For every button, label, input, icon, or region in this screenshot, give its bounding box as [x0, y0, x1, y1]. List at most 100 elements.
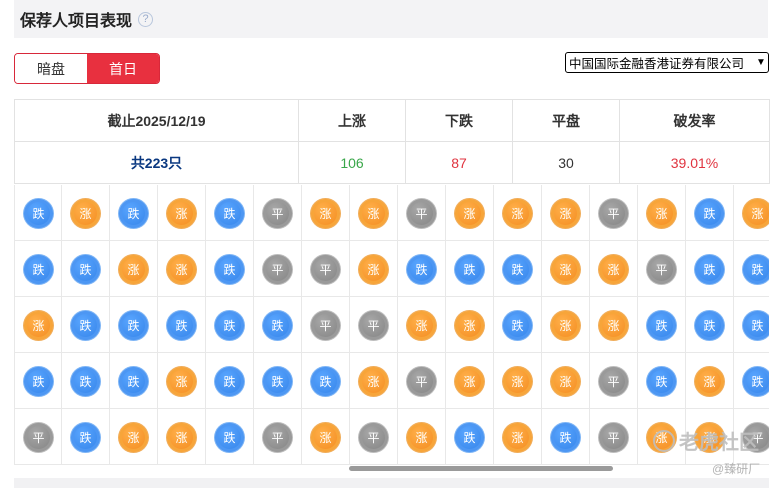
ipo-cell[interactable]: 跌 — [686, 185, 734, 241]
ipo-cell[interactable]: 涨 — [158, 353, 206, 409]
help-icon[interactable]: ? — [138, 11, 154, 27]
up-coin-icon: 涨 — [407, 311, 436, 340]
ipo-cell[interactable]: 涨 — [542, 297, 590, 353]
up-coin-icon: 涨 — [503, 367, 532, 396]
ipo-cell[interactable]: 涨 — [110, 409, 158, 465]
ipo-cell[interactable]: 跌 — [110, 185, 158, 241]
up-coin-icon: 涨 — [455, 311, 484, 340]
up-coin-icon: 涨 — [647, 199, 676, 228]
ipo-cell[interactable]: 涨 — [494, 409, 542, 465]
ipo-cell[interactable]: 涨 — [638, 185, 686, 241]
down-coin-icon: 跌 — [215, 311, 244, 340]
ipo-cell[interactable]: 涨 — [302, 185, 350, 241]
ipo-cell[interactable]: 平 — [590, 409, 638, 465]
ipo-cell[interactable]: 涨 — [398, 297, 446, 353]
up-coin-icon: 涨 — [24, 311, 53, 340]
ipo-cell[interactable]: 涨 — [734, 185, 769, 241]
flat-coin-icon: 平 — [407, 199, 436, 228]
ipo-cell[interactable]: 涨 — [446, 353, 494, 409]
ipo-cell[interactable]: 平 — [590, 353, 638, 409]
ipo-cell[interactable]: 跌 — [734, 353, 769, 409]
dark-first-day-toggle: 暗盘 首日 — [14, 53, 160, 84]
ipo-cell[interactable]: 涨 — [158, 185, 206, 241]
ipo-cell[interactable]: 平 — [350, 409, 398, 465]
ipo-cell[interactable]: 平 — [638, 241, 686, 297]
ipo-cell[interactable]: 涨 — [350, 353, 398, 409]
ipo-cell[interactable]: 跌 — [158, 297, 206, 353]
down-coin-icon: 跌 — [551, 423, 580, 452]
ipo-cell[interactable]: 跌 — [302, 353, 350, 409]
tab-dark-market[interactable]: 暗盘 — [15, 54, 87, 83]
flat-coin-icon: 平 — [599, 367, 628, 396]
ipo-cell[interactable]: 跌 — [110, 297, 158, 353]
ipo-cell[interactable]: 涨 — [590, 241, 638, 297]
ipo-cell[interactable]: 跌 — [14, 353, 62, 409]
ipo-cell[interactable]: 涨 — [398, 409, 446, 465]
ipo-cell[interactable]: 涨 — [158, 241, 206, 297]
ipo-cell[interactable]: 平 — [302, 297, 350, 353]
ipo-cell[interactable]: 跌 — [542, 409, 590, 465]
ipo-cell[interactable]: 涨 — [494, 353, 542, 409]
ipo-cell[interactable]: 跌 — [494, 241, 542, 297]
ipo-cell[interactable]: 涨 — [494, 185, 542, 241]
ipo-result-grid[interactable]: 跌涨跌涨跌平涨涨平涨涨涨平涨跌涨跌跌涨涨跌平平涨跌跌跌涨涨平跌跌涨跌跌跌跌跌平平… — [14, 185, 769, 465]
ipo-cell[interactable]: 平 — [398, 185, 446, 241]
ipo-cell[interactable]: 跌 — [254, 297, 302, 353]
ipo-cell[interactable]: 跌 — [62, 409, 110, 465]
ipo-cell[interactable]: 涨 — [350, 185, 398, 241]
ipo-cell[interactable]: 跌 — [638, 297, 686, 353]
ipo-cell[interactable]: 涨 — [542, 353, 590, 409]
ipo-cell[interactable]: 跌 — [62, 353, 110, 409]
ipo-cell[interactable]: 跌 — [62, 297, 110, 353]
ipo-cell[interactable]: 跌 — [206, 185, 254, 241]
ipo-cell[interactable]: 涨 — [686, 353, 734, 409]
ipo-cell[interactable]: 跌 — [734, 241, 769, 297]
ipo-cell[interactable]: 跌 — [206, 409, 254, 465]
down-coin-icon: 跌 — [167, 311, 196, 340]
ipo-cell[interactable]: 涨 — [14, 297, 62, 353]
stats-break-rate-header: 破发率 — [619, 99, 770, 142]
ipo-cell[interactable]: 平 — [14, 409, 62, 465]
ipo-cell[interactable]: 涨 — [542, 185, 590, 241]
ipo-cell[interactable]: 涨 — [446, 297, 494, 353]
ipo-cell[interactable]: 跌 — [62, 241, 110, 297]
ipo-cell[interactable]: 跌 — [110, 353, 158, 409]
ipo-cell[interactable]: 跌 — [206, 241, 254, 297]
ipo-cell[interactable]: 涨 — [542, 241, 590, 297]
ipo-cell[interactable]: 平 — [254, 185, 302, 241]
ipo-cell[interactable]: 平 — [350, 297, 398, 353]
ipo-cell[interactable]: 涨 — [62, 185, 110, 241]
up-coin-icon: 涨 — [551, 255, 580, 284]
ipo-cell[interactable]: 涨 — [446, 185, 494, 241]
ipo-cell[interactable]: 跌 — [14, 241, 62, 297]
ipo-cell[interactable]: 跌 — [254, 353, 302, 409]
ipo-cell[interactable]: 跌 — [206, 353, 254, 409]
ipo-cell[interactable]: 平 — [254, 409, 302, 465]
ipo-cell[interactable]: 涨 — [302, 409, 350, 465]
tab-first-day[interactable]: 首日 — [87, 54, 159, 83]
ipo-cell[interactable]: 跌 — [494, 297, 542, 353]
ipo-cell[interactable]: 平 — [254, 241, 302, 297]
ipo-cell[interactable]: 跌 — [398, 241, 446, 297]
ipo-cell[interactable]: 涨 — [350, 241, 398, 297]
ipo-cell[interactable]: 跌 — [734, 297, 769, 353]
ipo-cell[interactable]: 平 — [302, 241, 350, 297]
ipo-cell[interactable]: 涨 — [110, 241, 158, 297]
ipo-cell[interactable]: 平 — [398, 353, 446, 409]
footer-strip — [14, 478, 769, 488]
flat-coin-icon: 平 — [263, 423, 292, 452]
sponsor-select[interactable]: 中国国际金融香港证券有限公司 ▼ — [565, 52, 769, 73]
ipo-cell[interactable]: 涨 — [590, 297, 638, 353]
ipo-cell[interactable]: 跌 — [446, 241, 494, 297]
ipo-cell[interactable]: 跌 — [638, 353, 686, 409]
ipo-cell[interactable]: 跌 — [446, 409, 494, 465]
ipo-cell[interactable]: 跌 — [686, 297, 734, 353]
up-coin-icon: 涨 — [551, 367, 580, 396]
ipo-cell[interactable]: 涨 — [158, 409, 206, 465]
up-coin-icon: 涨 — [599, 255, 628, 284]
ipo-cell[interactable]: 平 — [590, 185, 638, 241]
ipo-cell[interactable]: 跌 — [206, 297, 254, 353]
horizontal-scrollbar[interactable] — [349, 466, 613, 471]
ipo-cell[interactable]: 跌 — [14, 185, 62, 241]
ipo-cell[interactable]: 跌 — [686, 241, 734, 297]
